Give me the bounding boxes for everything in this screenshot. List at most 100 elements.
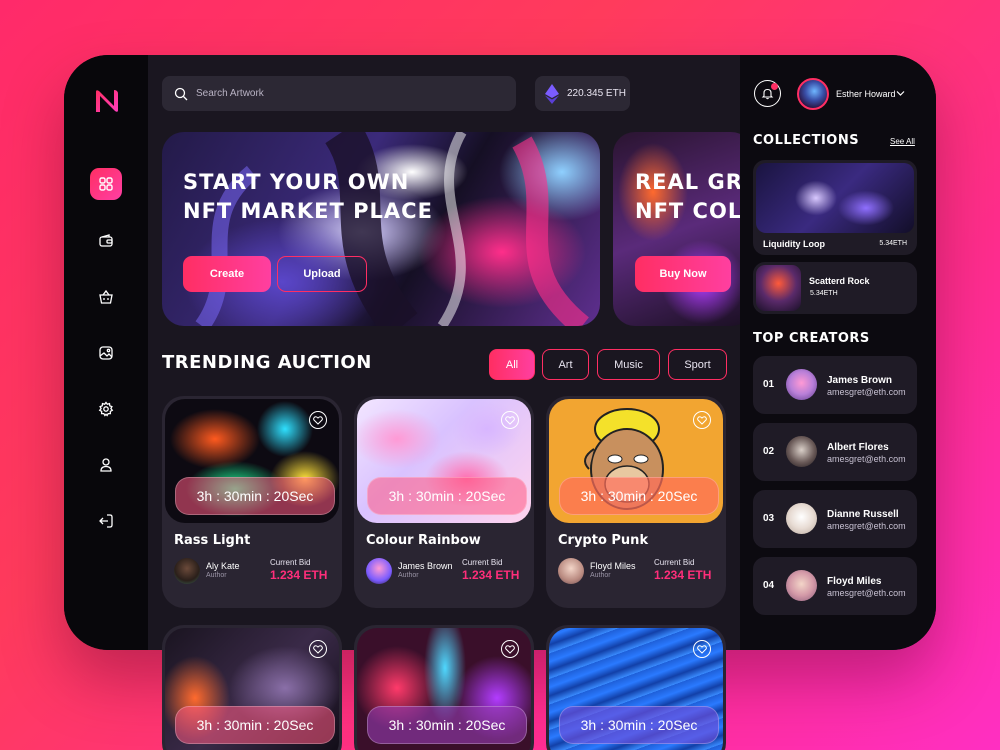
buy-now-button[interactable]: Buy Now — [635, 256, 731, 292]
auction-card[interactable]: 3h : 30min : 20Sec Colour Rainbow James … — [354, 396, 534, 608]
countdown-timer: 3h : 30min : 20Sec — [367, 706, 527, 744]
section-title: TRENDING AUCTION — [162, 352, 372, 373]
author-name: James Brown — [398, 561, 453, 571]
bid-value: 1.234 ETH — [462, 568, 520, 582]
bid-value: 1.234 ETH — [270, 568, 328, 582]
nav-logout[interactable] — [90, 505, 122, 537]
nav-settings[interactable] — [90, 393, 122, 425]
hero-banner-1: START YOUR OWN NFT MARKET PLACE Create U… — [162, 132, 600, 326]
collection-price: 5.34ETH — [810, 290, 838, 297]
collection-price: 5.34ETH — [879, 240, 907, 247]
heart-icon[interactable] — [501, 411, 519, 429]
logout-icon — [99, 514, 113, 528]
upload-button[interactable]: Upload — [277, 256, 367, 292]
creator-rank: 03 — [763, 513, 775, 524]
filter-sport[interactable]: Sport — [668, 349, 727, 380]
brand-logo-icon[interactable] — [92, 86, 122, 116]
wallet-icon — [99, 234, 113, 247]
user-avatar[interactable] — [797, 78, 829, 110]
creator-name: Dianne Russell — [827, 509, 899, 520]
author-label: Author — [206, 572, 227, 579]
bid-label: Current Bid — [270, 558, 311, 567]
auction-card[interactable]: 3h : 30min : 20Sec Rass Light Aly Kate A… — [162, 396, 342, 608]
nav-gallery[interactable] — [90, 337, 122, 369]
artwork-image: 3h : 30min : 20Sec — [357, 628, 531, 750]
creator-name: Floyd Miles — [827, 576, 882, 587]
panel-edge — [740, 132, 753, 326]
heart-icon[interactable] — [693, 640, 711, 658]
nav-profile[interactable] — [90, 449, 122, 481]
auction-card[interactable]: 3h : 30min : 20Sec — [162, 625, 342, 750]
search-bar[interactable]: Search Artwork — [162, 76, 516, 111]
heart-icon[interactable] — [693, 411, 711, 429]
avatar — [558, 558, 584, 584]
user-name[interactable]: Esther Howard — [836, 89, 896, 99]
author-name: Aly Kate — [206, 561, 240, 571]
notification-dot — [771, 83, 778, 90]
filter-all[interactable]: All — [489, 349, 535, 380]
search-icon — [174, 87, 188, 100]
artwork-image: 3h : 30min : 20Sec — [357, 399, 531, 523]
heart-icon[interactable] — [309, 411, 327, 429]
creator-row[interactable]: 02 Albert Flores amesgret@eth.com — [753, 423, 917, 481]
countdown-timer: 3h : 30min : 20Sec — [175, 477, 335, 515]
ethereum-icon — [545, 83, 559, 104]
basket-icon — [99, 289, 113, 304]
artwork-image: 3h : 30min : 20Sec — [549, 628, 723, 750]
collection-item[interactable]: Scatterd Rock 5.34ETH — [753, 262, 917, 314]
filter-music[interactable]: Music — [597, 349, 660, 380]
collection-image — [756, 163, 914, 233]
see-all-link[interactable]: See All — [890, 137, 915, 146]
auction-card[interactable]: 3h : 30min : 20Sec — [546, 625, 726, 750]
grid-icon — [99, 177, 113, 191]
banner-art-image — [195, 132, 590, 326]
gear-icon — [98, 401, 114, 417]
nav-basket[interactable] — [90, 281, 122, 313]
creator-email: amesgret@eth.com — [827, 588, 906, 598]
avatar — [174, 558, 200, 584]
creators-title: TOP CREATORS — [753, 331, 870, 346]
banner-title: START YOUR OWN NFT MARKET PLACE — [183, 170, 433, 223]
creator-rank: 02 — [763, 446, 775, 457]
bid-value: 1.234 ETH — [654, 568, 712, 582]
banner-title-2: REAL GR NFT COL — [635, 170, 743, 223]
filter-art[interactable]: Art — [542, 349, 589, 380]
nav-dashboard[interactable] — [90, 168, 122, 200]
countdown-timer: 3h : 30min : 20Sec — [559, 706, 719, 744]
artwork-image: 3h : 30min : 20Sec — [549, 399, 723, 523]
creator-email: amesgret@eth.com — [827, 521, 906, 531]
collection-item[interactable]: Liquidity Loop 5.34ETH — [753, 160, 917, 255]
avatar — [786, 570, 817, 601]
heart-icon[interactable] — [309, 640, 327, 658]
creator-row[interactable]: 01 James Brown amesgret@eth.com — [753, 356, 917, 414]
heart-icon[interactable] — [501, 640, 519, 658]
author-label: Author — [590, 572, 611, 579]
wallet-balance[interactable]: 220.345 ETH — [535, 76, 630, 111]
creator-row[interactable]: 03 Dianne Russell amesgret@eth.com — [753, 490, 917, 548]
user-icon — [100, 458, 112, 472]
nav-wallet[interactable] — [90, 225, 122, 257]
creator-row[interactable]: 04 Floyd Miles amesgret@eth.com — [753, 557, 917, 615]
hero-banner-2: REAL GR NFT COL Buy Now — [613, 132, 753, 326]
bid-label: Current Bid — [462, 558, 503, 567]
bid-label: Current Bid — [654, 558, 695, 567]
countdown-timer: 3h : 30min : 20Sec — [367, 477, 527, 515]
create-button[interactable]: Create — [183, 256, 271, 292]
creator-rank: 04 — [763, 580, 775, 591]
chevron-down-icon[interactable] — [896, 90, 905, 97]
auction-card[interactable]: 3h : 30min : 20Sec — [354, 625, 534, 750]
auction-card[interactable]: 3h : 30min : 20Sec Crypto Punk Floyd Mil… — [546, 396, 726, 608]
notification-button[interactable] — [754, 80, 781, 107]
creator-email: amesgret@eth.com — [827, 454, 906, 464]
avatar — [786, 369, 817, 400]
creator-email: amesgret@eth.com — [827, 387, 906, 397]
creator-rank: 01 — [763, 379, 775, 390]
search-input[interactable]: Search Artwork — [196, 88, 264, 99]
card-title: Rass Light — [174, 533, 251, 548]
collection-name: Liquidity Loop — [763, 239, 825, 249]
artwork-image: 3h : 30min : 20Sec — [165, 399, 339, 523]
countdown-timer: 3h : 30min : 20Sec — [559, 477, 719, 515]
collection-name: Scatterd Rock — [809, 276, 870, 286]
avatar — [786, 503, 817, 534]
card-title: Crypto Punk — [558, 533, 649, 548]
